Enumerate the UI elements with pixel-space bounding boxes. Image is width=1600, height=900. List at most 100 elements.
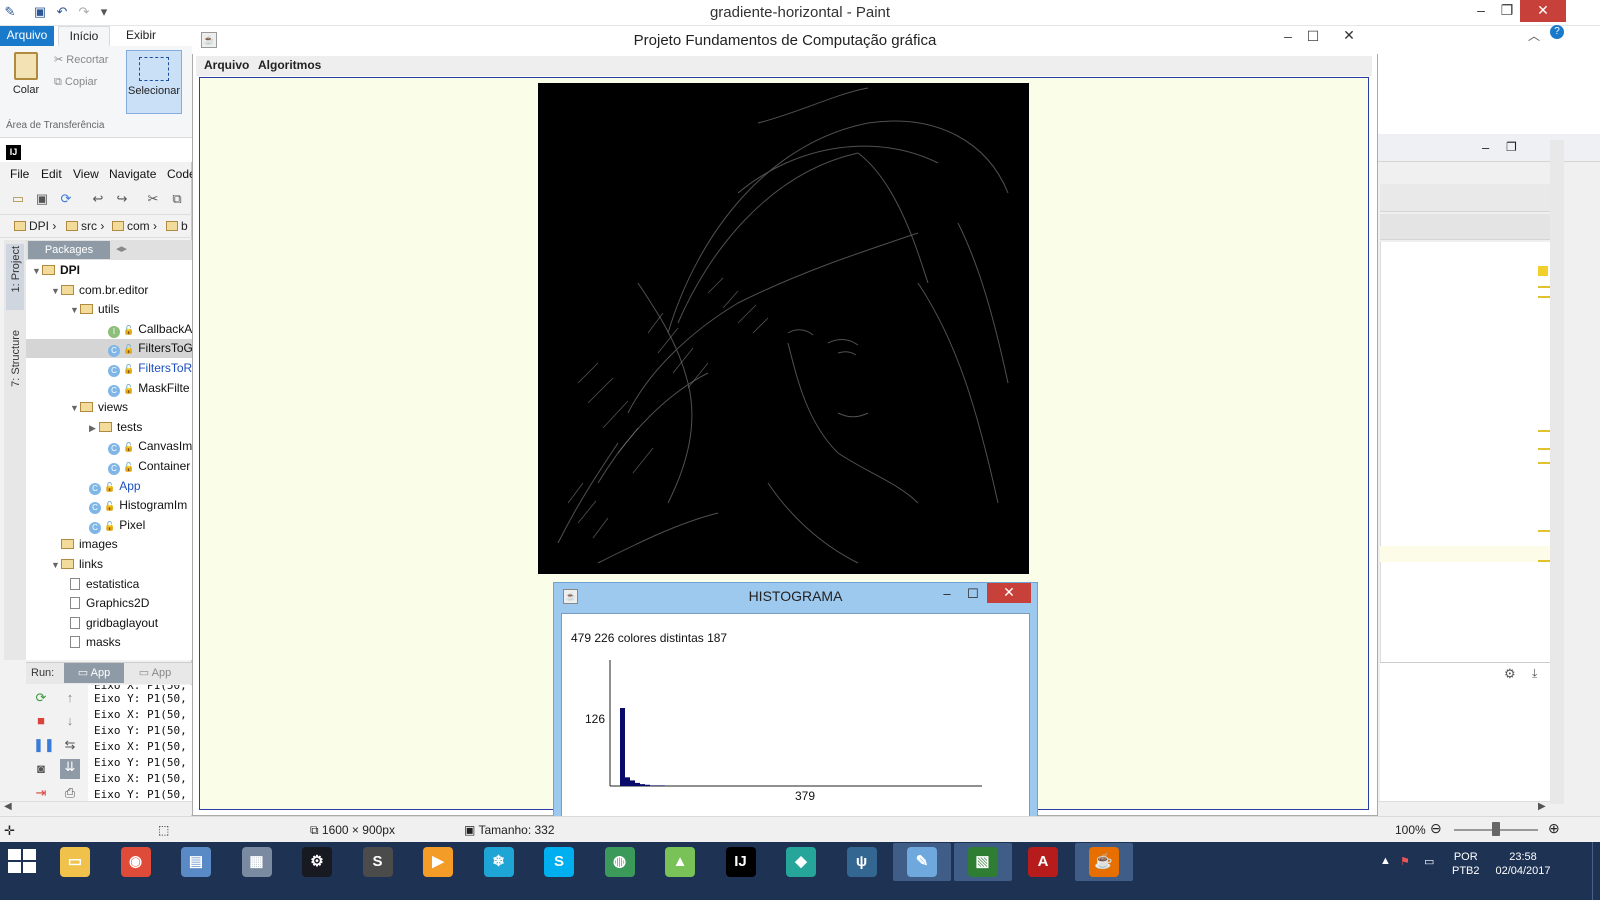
menu-view[interactable]: View [73, 167, 99, 181]
scroll-left-icon[interactable]: ◀ [4, 801, 12, 812]
paint-restore-button[interactable]: ❐ [1492, 0, 1522, 22]
warning-mark[interactable] [1538, 462, 1550, 464]
exit-icon[interactable]: ⇥ [33, 785, 49, 801]
java-minimize-button[interactable]: – [1277, 28, 1299, 46]
rerun-icon[interactable]: ⟳ [33, 690, 49, 706]
taskbar-app-button[interactable]: ❄ [470, 843, 528, 881]
tab-arquivo[interactable]: Arquivo [0, 26, 54, 46]
breadcrumb-item[interactable]: src › [66, 219, 104, 233]
tab-exibir[interactable]: Exibir [116, 26, 166, 46]
scroll-tabs-icon[interactable]: ◂▸ [116, 242, 127, 255]
taskbar-sublime-text-button[interactable]: S [349, 843, 407, 881]
paint-close-button[interactable]: ✕ [1520, 0, 1566, 22]
tree-folder[interactable]: ▼ views [26, 398, 192, 417]
scroll-right-icon[interactable]: ▶ [1538, 801, 1546, 812]
tree-class[interactable]: C 🔓 MaskFilte [26, 379, 192, 398]
warning-mark[interactable] [1538, 296, 1550, 298]
open-folder-icon[interactable]: ▭ [10, 191, 26, 207]
tree-folder[interactable]: ▶ tests [26, 418, 192, 437]
warning-indicator-icon[interactable] [1538, 266, 1548, 276]
run-tab-app[interactable]: ▭ App [64, 663, 124, 683]
taskbar-calculator-button[interactable]: ▦ [228, 843, 286, 881]
zoom-slider-thumb[interactable] [1492, 822, 1500, 836]
soft-wrap-icon[interactable]: ⇆ [62, 737, 78, 753]
histogram-minimize-button[interactable]: – [936, 586, 958, 604]
taskbar-acrobat-button[interactable]: A [1014, 843, 1072, 881]
tree-file[interactable]: Graphics2D [26, 594, 192, 613]
zoom-out-icon[interactable]: ⊖ [1430, 820, 1442, 837]
cut-button[interactable]: ✂ Recortar [54, 53, 108, 66]
tree-class[interactable]: C 🔓 App [26, 477, 192, 496]
zoom-in-icon[interactable]: ⊕ [1548, 820, 1560, 837]
print-icon[interactable]: ⎙ [62, 785, 78, 801]
display-icon[interactable]: ▭ [1424, 855, 1434, 868]
warning-mark[interactable] [1538, 560, 1550, 562]
vertical-scrollbar[interactable] [1550, 140, 1564, 804]
start-button[interactable] [8, 849, 38, 875]
tree-class[interactable]: I 🔓 CallbackA [26, 320, 192, 339]
redo-icon[interactable]: ↪ [114, 191, 130, 207]
histogram-maximize-button[interactable]: ☐ [962, 586, 984, 604]
taskbar-intellij-button[interactable]: IJ [712, 843, 770, 881]
help-icon[interactable]: ? [1550, 25, 1564, 39]
expanded-arrow-icon[interactable]: ▼ [51, 282, 61, 301]
taskbar-android-studio-button[interactable]: ▲ [651, 843, 709, 881]
java-maximize-button[interactable]: ☐ [1302, 28, 1324, 46]
ide-minimize-icon[interactable]: – [1482, 140, 1489, 155]
structure-tab-label[interactable]: 7: Structure [10, 330, 22, 387]
warning-mark[interactable] [1538, 286, 1550, 288]
taskbar-java-button[interactable]: ☕ [1074, 843, 1133, 881]
select-button[interactable]: Selecionar [126, 50, 182, 114]
tree-file[interactable]: gridbaglayout [26, 614, 192, 633]
tree-class[interactable]: C 🔓 FiltersToR [26, 359, 192, 378]
system-clock[interactable]: 23:58 02/04/2017 [1492, 850, 1554, 878]
cut-icon[interactable]: ✂ [145, 191, 161, 207]
menu-edit[interactable]: Edit [41, 167, 62, 181]
warning-mark[interactable] [1538, 530, 1550, 532]
tree-class[interactable]: C 🔓 HistogramIm [26, 496, 192, 515]
breadcrumb-item[interactable]: com › [112, 219, 157, 233]
warning-mark[interactable] [1538, 448, 1550, 450]
menu-file[interactable]: File [10, 167, 29, 181]
expanded-arrow-icon[interactable]: ▼ [70, 301, 80, 320]
network-error-icon[interactable]: ⚑ [1400, 855, 1410, 868]
scroll-to-end-icon[interactable]: ⇊ [60, 759, 80, 779]
tree-class[interactable]: C 🔓 CanvasIm [26, 437, 192, 456]
taskbar-steam-button[interactable]: ⚙ [288, 843, 346, 881]
collapsed-arrow-icon[interactable]: ▶ [89, 419, 99, 438]
expanded-arrow-icon[interactable]: ▼ [51, 556, 61, 575]
paste-button[interactable]: Colar [6, 52, 46, 114]
sync-icon[interactable]: ⟳ [58, 191, 74, 207]
hide-panel-icon[interactable]: ⤓ [1532, 666, 1537, 681]
tree-file[interactable]: masks [26, 633, 192, 652]
expanded-arrow-icon[interactable]: ▼ [32, 262, 42, 281]
menu-navigate[interactable]: Navigate [109, 167, 156, 181]
tree-folder[interactable]: images [26, 535, 192, 554]
menu-algoritmos[interactable]: Algoritmos [258, 58, 321, 72]
java-close-button[interactable]: ✕ [1330, 27, 1368, 45]
taskbar-paint-button[interactable]: ✎ [893, 843, 951, 881]
tab-packages[interactable]: Packages [28, 241, 110, 259]
tree-class[interactable]: C 🔓 Pixel [26, 516, 192, 535]
copy-icon[interactable]: ⧉ [169, 191, 185, 207]
taskbar-globe-button[interactable]: ◍ [591, 843, 649, 881]
taskbar-task-manager-button[interactable]: ▤ [167, 843, 225, 881]
tree-file[interactable]: estatistica [26, 575, 192, 594]
settings-gear-icon[interactable]: ⚙ [1504, 666, 1516, 682]
ide-restore-icon[interactable]: ❐ [1506, 140, 1517, 154]
scroll-down-icon[interactable]: ↓ [62, 713, 78, 729]
breadcrumb-item[interactable]: b [166, 219, 192, 233]
menu-code[interactable]: Code [167, 167, 192, 181]
tree-folder[interactable]: ▼ DPI [26, 261, 192, 280]
project-tab-label[interactable]: 1: Project [10, 246, 22, 292]
taskbar-clapperboard-button[interactable]: ▧ [953, 843, 1012, 881]
breadcrumb-item[interactable]: DPI › [14, 219, 56, 233]
taskbar-skype-button[interactable]: S [530, 843, 588, 881]
scroll-up-icon[interactable]: ↑ [62, 690, 78, 706]
tree-folder[interactable]: ▼ utils [26, 300, 192, 319]
warning-mark[interactable] [1538, 430, 1550, 432]
show-hidden-icons[interactable]: ▲ [1380, 855, 1391, 867]
tree-class[interactable]: C 🔓 FiltersToG [26, 339, 192, 359]
expanded-arrow-icon[interactable]: ▼ [70, 399, 80, 418]
tree-class[interactable]: C 🔓 Container [26, 457, 192, 476]
